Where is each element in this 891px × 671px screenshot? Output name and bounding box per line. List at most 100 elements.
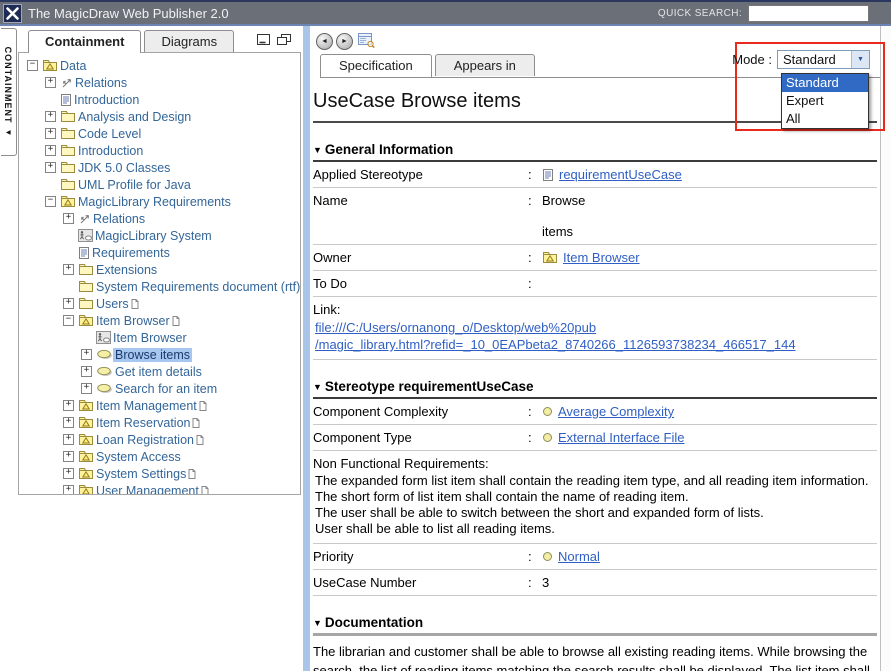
tree-item[interactable]: Introduction <box>19 91 300 108</box>
tree-item-label[interactable]: UML Profile for Java <box>76 178 193 192</box>
tree-item-label[interactable]: Relations <box>73 76 129 90</box>
chevron-down-icon[interactable]: ▼ <box>851 51 869 68</box>
file-link[interactable]: file:///C:/Users/ornanong_o/Desktop/web%… <box>315 319 877 336</box>
section-collapse-icon[interactable]: ▼ <box>313 145 322 155</box>
expand-expander-icon[interactable]: + <box>63 434 74 445</box>
tree-item[interactable]: + Extensions <box>19 261 300 278</box>
tree-item[interactable]: + Search for an item <box>19 380 300 397</box>
file-link[interactable]: /magic_library.html?refid=_10_0EAPbeta2_… <box>315 336 877 353</box>
mode-option-all[interactable]: All <box>782 110 868 128</box>
tree-item-label[interactable]: Requirements <box>90 246 172 260</box>
containment-side-tab[interactable]: CONTAINMENT ▼ <box>1 28 17 156</box>
tree-item-label[interactable]: System Settings <box>94 467 188 481</box>
tree-item[interactable]: + Introduction <box>19 142 300 159</box>
tree-item[interactable]: + Users <box>19 295 300 312</box>
tree-item[interactable]: + JDK 5.0 Classes <box>19 159 300 176</box>
tab-containment[interactable]: Containment <box>28 30 141 53</box>
specification-search-icon[interactable] <box>358 33 376 49</box>
tree-item[interactable]: System Requirements document (rtf) <box>19 278 300 295</box>
tree-item[interactable]: + Browse items <box>19 346 300 363</box>
tree-item-label[interactable]: Relations <box>91 212 147 226</box>
value-link[interactable]: requirementUseCase <box>559 167 682 182</box>
tree-item[interactable]: + Item Management <box>19 397 300 414</box>
expand-expander-icon[interactable]: + <box>63 485 74 495</box>
tree-item-label[interactable]: Item Reservation <box>94 416 192 430</box>
tree-item-label[interactable]: Item Browser <box>94 314 172 328</box>
tree-item-label[interactable]: MagicLibrary System <box>93 229 214 243</box>
panel-splitter[interactable] <box>303 26 310 671</box>
expand-expander-icon[interactable]: + <box>63 468 74 479</box>
tree-item[interactable]: − MagicLibrary Requirements <box>19 193 300 210</box>
expand-expander-icon[interactable]: + <box>81 383 92 394</box>
expand-expander-icon[interactable]: + <box>45 145 56 156</box>
section-collapse-icon[interactable]: ▼ <box>313 618 322 628</box>
expand-expander-icon[interactable]: + <box>45 128 56 139</box>
tree-item-label[interactable]: Search for an item <box>113 382 219 396</box>
tree-item-label[interactable]: MagicLibrary Requirements <box>76 195 233 209</box>
minimize-panel-icon[interactable] <box>257 34 270 46</box>
tree-item[interactable]: − Item Browser <box>19 312 300 329</box>
tree-item[interactable]: + Code Level <box>19 125 300 142</box>
mode-select[interactable]: Standard ▼ <box>777 50 870 69</box>
tree-item[interactable]: + Get item details <box>19 363 300 380</box>
value-link[interactable]: Item Browser <box>563 250 640 265</box>
tree-item[interactable]: + Item Reservation <box>19 414 300 431</box>
section-collapse-icon[interactable]: ▼ <box>313 382 322 392</box>
tree-item-label[interactable]: Get item details <box>113 365 204 379</box>
tree-item-label[interactable]: Item Management <box>94 399 199 413</box>
tree-item-label[interactable]: Extensions <box>94 263 159 277</box>
expand-expander-icon[interactable]: + <box>81 349 92 360</box>
value-link[interactable]: Average Complexity <box>558 404 674 419</box>
tree-item-label[interactable]: Item Browser <box>111 331 189 345</box>
tree-item[interactable]: + Loan Registration <box>19 431 300 448</box>
tree-item-label[interactable]: Introduction <box>72 93 141 107</box>
mode-option-expert[interactable]: Expert <box>782 92 868 110</box>
collapse-expander-icon[interactable]: − <box>63 315 74 326</box>
tree-item[interactable]: + System Settings <box>19 465 300 482</box>
tree-item-label[interactable]: User Management <box>94 484 201 496</box>
tree-item[interactable]: MagicLibrary System <box>19 227 300 244</box>
collapse-expander-icon[interactable]: − <box>27 60 38 71</box>
tree-item-label[interactable]: Loan Registration <box>94 433 196 447</box>
cascade-windows-icon[interactable] <box>277 34 291 46</box>
tree-item[interactable]: + User Management <box>19 482 300 495</box>
tree-item[interactable]: + Relations <box>19 210 300 227</box>
expand-expander-icon[interactable]: + <box>63 417 74 428</box>
tree-item-label[interactable]: Code Level <box>76 127 143 141</box>
tree-item[interactable]: Requirements <box>19 244 300 261</box>
tree-item[interactable]: − Data <box>19 57 300 74</box>
mode-option-standard[interactable]: Standard <box>782 74 868 92</box>
tree-item-label[interactable]: System Access <box>94 450 183 464</box>
quick-search-input[interactable] <box>748 5 869 22</box>
tree-item[interactable]: Item Browser <box>19 329 300 346</box>
expand-expander-icon[interactable]: + <box>63 451 74 462</box>
tree-item[interactable]: + Analysis and Design <box>19 108 300 125</box>
forward-button[interactable]: ► <box>336 33 353 50</box>
tree-item-label[interactable]: Data <box>58 59 88 73</box>
tree-item-label[interactable]: System Requirements document (rtf) <box>94 280 301 294</box>
value-link[interactable]: External Interface File <box>558 430 684 445</box>
tree-item-label[interactable]: Browse items <box>113 348 192 362</box>
back-button[interactable]: ◄ <box>316 33 333 50</box>
expand-expander-icon[interactable]: + <box>45 111 56 122</box>
tab-specification[interactable]: Specification <box>320 54 432 77</box>
tree-item[interactable]: + System Access <box>19 448 300 465</box>
expand-expander-icon[interactable]: + <box>81 366 92 377</box>
expand-expander-icon[interactable]: + <box>45 162 56 173</box>
tree-item[interactable]: UML Profile for Java <box>19 176 300 193</box>
tree-item-label[interactable]: Users <box>94 297 131 311</box>
expand-expander-icon[interactable]: + <box>63 264 74 275</box>
expand-expander-icon[interactable]: + <box>63 298 74 309</box>
tab-diagrams[interactable]: Diagrams <box>144 30 234 52</box>
tab-appears-in[interactable]: Appears in <box>435 54 535 76</box>
collapse-expander-icon[interactable]: − <box>45 196 56 207</box>
vertical-scrollbar[interactable] <box>880 26 891 671</box>
expand-expander-icon[interactable]: + <box>63 400 74 411</box>
tree-item-label[interactable]: Analysis and Design <box>76 110 193 124</box>
expand-expander-icon[interactable]: + <box>63 213 74 224</box>
tree-item-label[interactable]: Introduction <box>76 144 145 158</box>
expand-expander-icon[interactable]: + <box>45 77 56 88</box>
value-link[interactable]: Normal <box>558 549 600 564</box>
tree-item-label[interactable]: JDK 5.0 Classes <box>76 161 172 175</box>
tree-item[interactable]: + Relations <box>19 74 300 91</box>
